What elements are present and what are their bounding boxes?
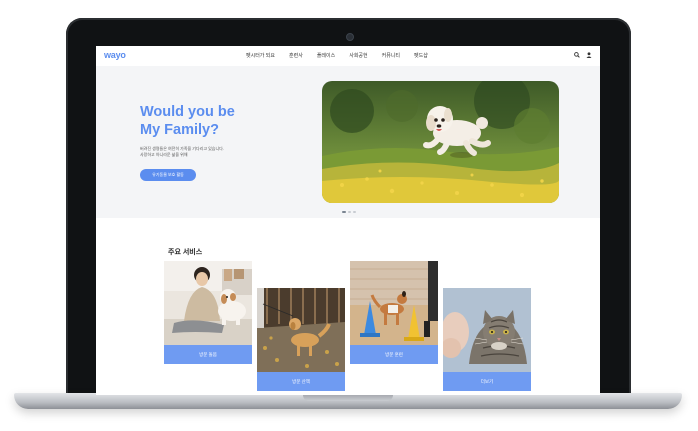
laptop-notch	[303, 395, 393, 401]
home-care-photo	[164, 261, 252, 345]
walking-photo	[257, 288, 345, 372]
service-card-label: 더보기	[443, 372, 531, 391]
hero-description: 버려진 생명들은 여전히 가족을 기다리고 있습니다. 사랑하고 아니라운 삶을…	[140, 146, 290, 158]
user-icon[interactable]	[586, 52, 592, 58]
nav-item-community[interactable]: 커뮤니티	[382, 52, 400, 59]
webcam	[346, 33, 354, 41]
hero-banner: Would you be My Family? 버려진 생명들은 여전히 가족을…	[96, 66, 600, 218]
search-icon[interactable]	[574, 52, 580, 58]
service-card-home-care[interactable]: 방문 돌봄	[164, 261, 252, 364]
nav-icons	[574, 52, 592, 58]
hero-desc-line2: 사랑하고 아니라운 삶을 위해	[140, 152, 188, 157]
hero-title-line2: My Family?	[140, 122, 219, 138]
carousel-dot-1[interactable]	[342, 211, 346, 213]
website-screen: wayo 펫시터가 되요 훈련사 플레이스 사회공헌 커뮤니티 펫드샵 Woul…	[96, 46, 600, 395]
training-photo	[350, 261, 438, 345]
nav-menu: 펫시터가 되요 훈련사 플레이스 사회공헌 커뮤니티 펫드샵	[246, 52, 442, 59]
carousel-dot-3[interactable]	[353, 211, 356, 213]
service-card-training[interactable]: 방문 훈련	[350, 261, 438, 364]
nav-item-shop[interactable]: 펫드샵	[414, 52, 428, 59]
hero-dog-photo	[322, 81, 559, 203]
carousel-dots	[342, 211, 356, 213]
service-card-walking[interactable]: 방문 산책	[257, 288, 345, 391]
adoption-cta-button[interactable]: 유기동물 보호 활동	[140, 169, 196, 181]
site-logo[interactable]: wayo	[104, 50, 126, 60]
hero-title: Would you be My Family?	[140, 103, 290, 139]
service-card-more[interactable]: 더보기	[443, 288, 531, 391]
carousel-dot-2[interactable]	[348, 211, 351, 213]
nav-item-petsitter[interactable]: 펫시터가 되요	[246, 52, 275, 59]
hero-title-line1: Would you be	[140, 104, 235, 120]
cat-photo	[443, 288, 531, 372]
nav-item-social[interactable]: 사회공헌	[349, 52, 367, 59]
service-card-label: 방문 훈련	[350, 345, 438, 364]
top-navbar: wayo 펫시터가 되요 훈련사 플레이스 사회공헌 커뮤니티 펫드샵	[96, 46, 600, 66]
nav-item-place[interactable]: 플레이스	[317, 52, 335, 59]
services-section-title: 주요 서비스	[168, 249, 203, 256]
nav-item-trainer[interactable]: 훈련사	[289, 52, 303, 59]
service-card-label: 방문 돌봄	[164, 345, 252, 364]
service-card-label: 방문 산책	[257, 372, 345, 391]
